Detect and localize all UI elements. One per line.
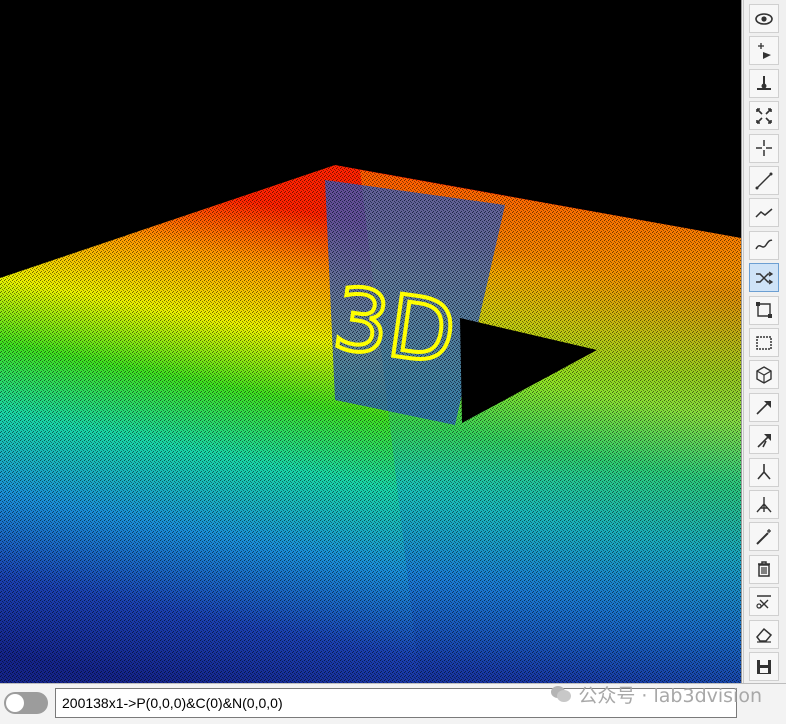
fork-icon <box>757 464 771 480</box>
tool-save-button[interactable] <box>749 652 779 681</box>
pick-point-icon <box>758 42 771 59</box>
polyline-icon <box>755 208 773 218</box>
cube-icon <box>756 366 772 384</box>
point-cloud-viewport[interactable]: 3D <box>0 0 742 683</box>
tool-line-tool-button[interactable] <box>749 166 779 195</box>
save-icon <box>757 659 771 674</box>
tool-ground-pin-button[interactable] <box>749 68 779 98</box>
plane-select-icon <box>756 302 772 319</box>
tool-shuffle-button[interactable] <box>749 263 779 293</box>
logo-3d: 3D <box>328 269 462 385</box>
shuffle-icon <box>756 271 774 285</box>
cut-icon <box>756 594 771 609</box>
tool-polyline-button[interactable] <box>749 198 779 228</box>
rect-select-icon <box>756 335 772 350</box>
tool-trash-button[interactable] <box>749 554 779 584</box>
trash-icon <box>758 561 770 578</box>
tool-curve-button[interactable] <box>749 230 779 260</box>
tool-rect-select-button[interactable] <box>749 328 779 357</box>
status-bar: 公众号 · lab3dvision <box>0 683 786 724</box>
toggle-knob <box>6 694 24 712</box>
tool-wand-button[interactable] <box>749 522 779 552</box>
tool-cut-button[interactable] <box>749 587 779 617</box>
wand-icon <box>756 528 771 545</box>
fit-view-icon <box>756 107 772 124</box>
tool-eraser-button[interactable] <box>749 619 779 649</box>
view-icon <box>755 12 773 25</box>
tool-fork-button[interactable] <box>749 457 779 487</box>
tool-arrow-button[interactable] <box>749 392 779 422</box>
line-tool-icon <box>755 172 773 189</box>
toggle-switch[interactable] <box>4 692 48 714</box>
tool-pick-point-button[interactable] <box>749 36 779 66</box>
ground-pin-icon <box>757 76 771 91</box>
tool-plane-select-button[interactable] <box>749 295 779 325</box>
multi-fork-icon <box>756 496 772 512</box>
branch-arrow-icon <box>757 433 771 448</box>
eraser-icon <box>756 628 773 643</box>
tool-panel <box>743 0 786 683</box>
tool-multi-fork-button[interactable] <box>749 490 779 519</box>
tool-view-button[interactable] <box>749 4 779 33</box>
command-input[interactable] <box>55 688 737 718</box>
arrow-icon <box>756 401 771 415</box>
tool-branch-arrow-button[interactable] <box>749 425 779 455</box>
tool-cube-button[interactable] <box>749 360 779 390</box>
point-cloud-render: 3D <box>0 165 741 683</box>
crosshair-icon <box>756 140 772 157</box>
curve-icon <box>755 239 773 250</box>
tool-crosshair-button[interactable] <box>749 133 779 163</box>
tool-fit-view-button[interactable] <box>749 101 779 131</box>
